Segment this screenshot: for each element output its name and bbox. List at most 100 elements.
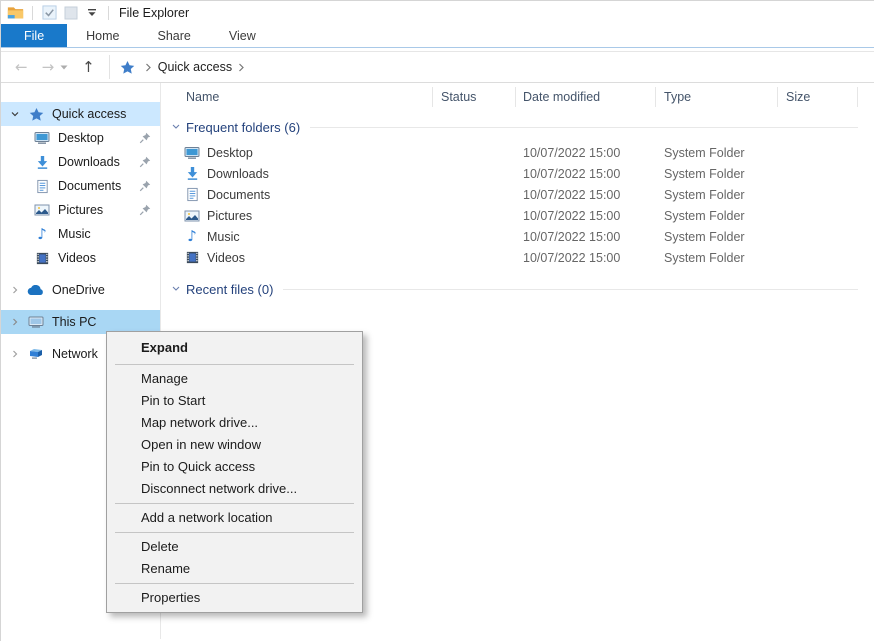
document-icon [184,187,200,202]
file-type: System Folder [656,167,778,181]
chevron-right-icon[interactable] [238,63,245,72]
chevron-right-icon[interactable] [9,285,21,295]
tab-home[interactable]: Home [67,24,138,47]
network-icon [27,347,45,361]
file-type: System Folder [656,251,778,265]
menu-item-expand[interactable]: Expand [107,335,362,361]
chevron-right-icon[interactable] [9,349,21,359]
sidebar-item-downloads[interactable]: Downloads [1,150,160,174]
music-note-icon: ♪ [33,227,51,242]
pin-icon [138,204,152,216]
column-header-row: Name Status Date modified Type Size [161,83,874,111]
file-type: System Folder [656,209,778,223]
file-row-downloads[interactable]: Downloads 10/07/2022 15:00 System Folder [161,163,874,184]
column-header-status[interactable]: Status [433,87,516,107]
back-arrow-icon[interactable]: ← [15,60,28,75]
desktop-icon [184,145,200,161]
sidebar-item-label: Documents [58,179,138,193]
sidebar-item-quick-access[interactable]: Quick access [1,102,160,126]
menu-item-pin-to-start[interactable]: Pin to Start [107,390,362,412]
sidebar-item-music[interactable]: ♪ Music [1,222,160,246]
window-title: File Explorer [119,6,189,20]
chevron-right-icon[interactable] [145,63,152,72]
tab-file[interactable]: File [1,24,67,47]
navigation-bar: ← → ↑ Quick access [1,51,874,83]
sidebar-item-pictures[interactable]: Pictures [1,198,160,222]
menu-item-delete[interactable]: Delete [107,536,362,558]
column-header-date-modified[interactable]: Date modified [516,87,656,107]
column-header-name[interactable]: Name [161,87,433,107]
group-header-rule [310,127,858,128]
group-header-label: Frequent folders (6) [186,120,300,135]
checkmark-icon[interactable] [41,5,58,20]
file-date-modified: 10/07/2022 15:00 [516,167,656,181]
group-header-rule [283,289,858,290]
chevron-down-icon[interactable] [171,122,181,132]
sidebar-item-desktop[interactable]: Desktop [1,126,160,150]
column-header-type[interactable]: Type [656,87,778,107]
menu-item-manage[interactable]: Manage [107,368,362,390]
menu-item-map-network-drive[interactable]: Map network drive... [107,412,362,434]
ribbon-tab-bar: File Home Share View [1,24,874,48]
group-header-recent-files[interactable]: Recent files (0) [161,278,874,300]
file-explorer-window: File Explorer File Home Share View ← → ↑… [0,0,874,641]
file-row-videos[interactable]: Videos 10/07/2022 15:00 System Folder [161,247,874,268]
file-row-pictures[interactable]: Pictures 10/07/2022 15:00 System Folder [161,205,874,226]
explorer-folder-icon [7,5,24,20]
up-arrow-icon[interactable]: ↑ [82,60,95,75]
group-header-label: Recent files (0) [186,282,273,297]
picture-icon [184,208,200,224]
sidebar-item-documents[interactable]: Documents [1,174,160,198]
file-name: Documents [207,188,270,202]
divider [108,6,109,20]
file-row-desktop[interactable]: Desktop 10/07/2022 15:00 System Folder [161,142,874,163]
menu-item-rename[interactable]: Rename [107,558,362,580]
menu-item-open-in-new-window[interactable]: Open in new window [107,434,362,456]
film-frame-icon [33,251,51,266]
sidebar-item-videos[interactable]: Videos [1,246,160,270]
chevron-down-icon[interactable] [9,109,21,119]
menu-item-add-network-location[interactable]: Add a network location [107,507,362,529]
menu-separator [115,503,354,504]
history-caret-icon[interactable] [60,65,68,70]
spacer [1,270,160,278]
file-row-documents[interactable]: Documents 10/07/2022 15:00 System Folder [161,184,874,205]
context-menu: Expand Manage Pin to Start Map network d… [106,331,363,613]
breadcrumb-location[interactable]: Quick access [158,60,232,74]
sidebar-item-label: Videos [58,251,160,265]
file-row-music[interactable]: ♪Music 10/07/2022 15:00 System Folder [161,226,874,247]
file-name: Videos [207,251,245,265]
sidebar-item-onedrive[interactable]: OneDrive [1,278,160,302]
download-arrow-icon [33,155,51,170]
forward-arrow-icon[interactable]: → [42,60,55,75]
sidebar-item-label: Pictures [58,203,138,217]
tab-share[interactable]: Share [139,24,210,47]
group-header-frequent-folders[interactable]: Frequent folders (6) [161,116,874,138]
menu-item-pin-to-quick-access[interactable]: Pin to Quick access [107,456,362,478]
chevron-down-icon[interactable] [171,284,181,294]
file-date-modified: 10/07/2022 15:00 [516,251,656,265]
sidebar-item-label: Downloads [58,155,138,169]
chevron-right-icon[interactable] [9,317,21,327]
sidebar-item-label: OneDrive [52,283,160,297]
sidebar-item-label: Quick access [52,107,160,121]
tab-view[interactable]: View [210,24,275,47]
file-name: Pictures [207,209,252,223]
file-date-modified: 10/07/2022 15:00 [516,188,656,202]
address-bar[interactable]: Quick access [109,55,874,79]
music-note-icon: ♪ [184,229,200,244]
sidebar-item-label: Music [58,227,160,241]
blank-item-icon[interactable] [62,5,79,20]
document-icon [33,179,51,194]
menu-item-properties[interactable]: Properties [107,587,362,609]
menu-item-disconnect-network-drive[interactable]: Disconnect network drive... [107,478,362,500]
menu-separator [115,364,354,365]
customize-caret-icon[interactable] [83,5,100,20]
title-bar: File Explorer [1,1,874,24]
file-date-modified: 10/07/2022 15:00 [516,209,656,223]
download-arrow-icon [184,166,200,181]
desktop-icon [33,130,51,146]
file-name: Downloads [207,167,269,181]
column-header-size[interactable]: Size [778,87,858,107]
frequent-folders-rows: Desktop 10/07/2022 15:00 System Folder D… [161,142,874,268]
